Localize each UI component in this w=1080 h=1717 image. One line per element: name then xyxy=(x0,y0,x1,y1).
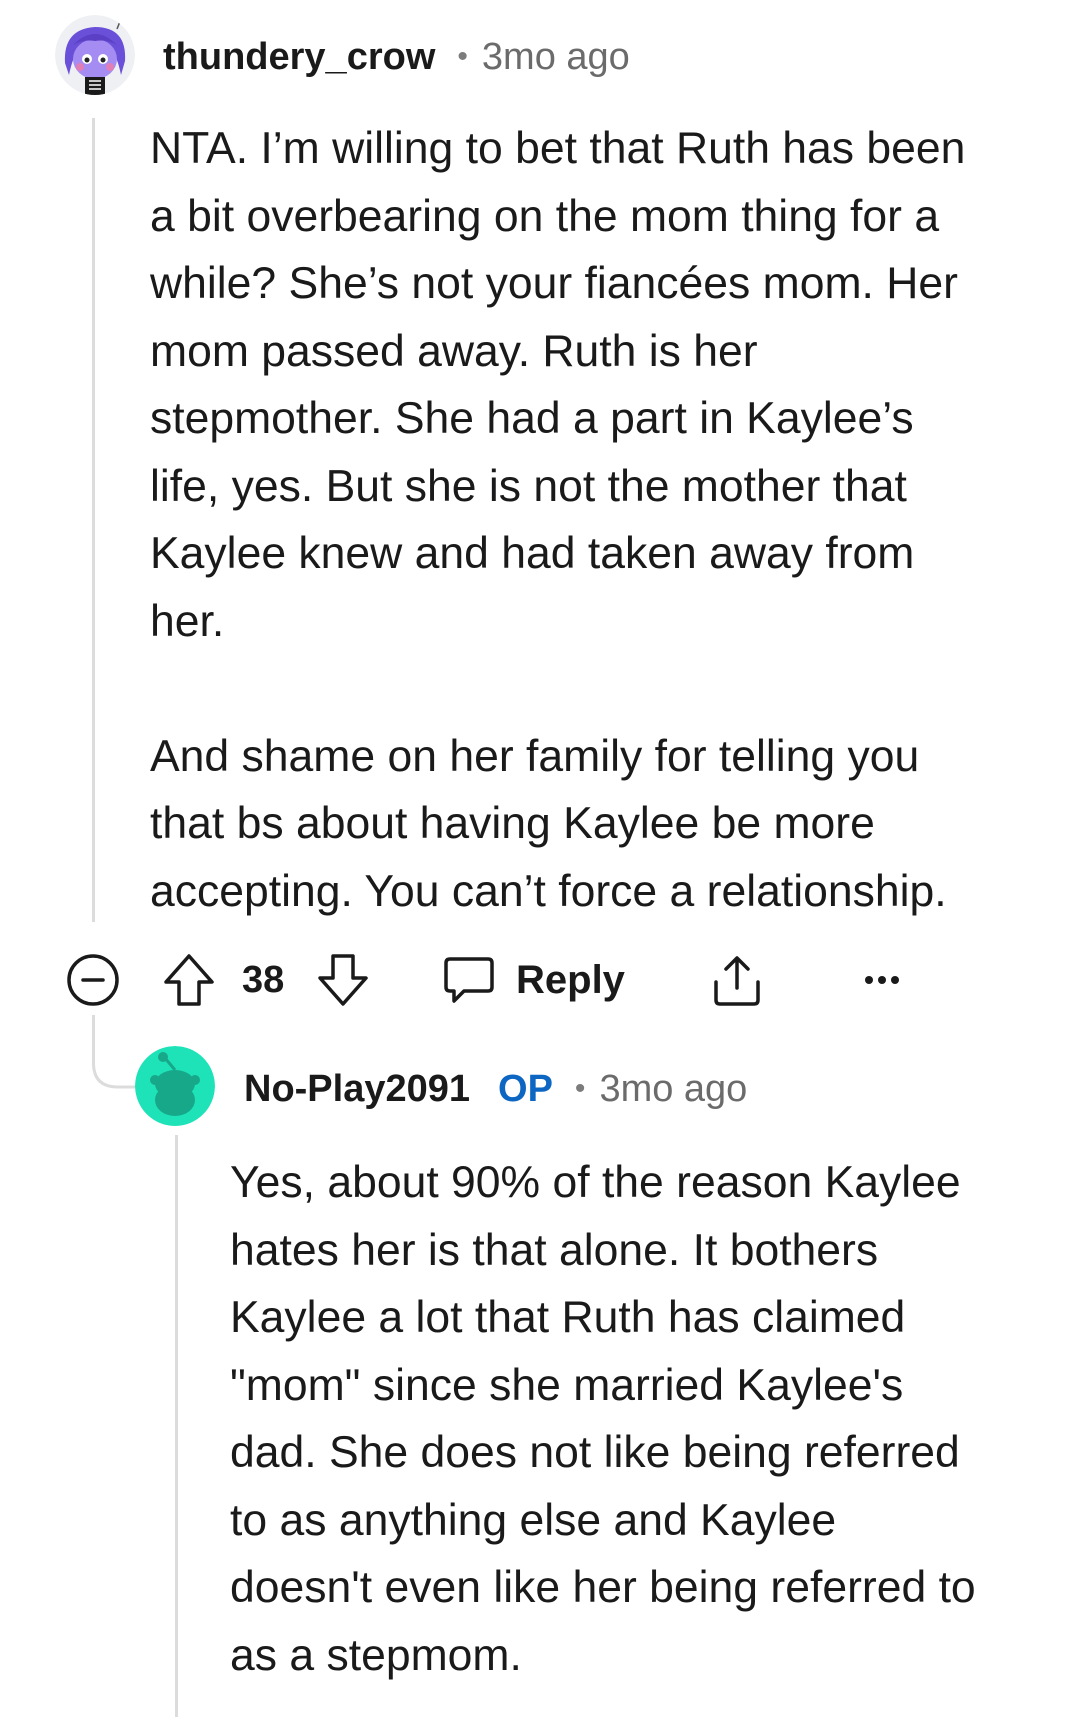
upvote-button[interactable] xyxy=(162,950,216,1010)
reply-button[interactable]: Reply xyxy=(442,950,625,1010)
reply-meta: No-Play2091 OP • 3mo ago xyxy=(244,1064,747,1114)
snoo-avatar-teal-icon xyxy=(135,1046,215,1126)
reply-line: "mom" since she married Kaylee's xyxy=(230,1360,904,1410)
comment-action-bar: 38 Reply xyxy=(66,950,966,1010)
comment-line: Kaylee knew and had taken away from xyxy=(150,529,915,578)
comment-paragraph: And shame on her family for telling you … xyxy=(150,723,965,926)
comment-line: her. xyxy=(150,596,225,646)
meta-separator: • xyxy=(457,40,468,73)
downvote-arrow-icon xyxy=(318,954,368,1006)
comment-line: And shame on her family for telling you xyxy=(150,731,920,781)
vote-count: 38 xyxy=(242,950,284,1010)
comment-line: NTA. I’m willing to bet that Ruth has be… xyxy=(150,124,966,173)
reply-line: as a stepmom. xyxy=(230,1630,522,1680)
reply-line: Kaylee a lot that Ruth has claimed xyxy=(230,1293,906,1342)
comment-body: NTA. I’m willing to bet that Ruth has be… xyxy=(150,115,965,925)
reply-username[interactable]: No-Play2091 xyxy=(244,1068,470,1111)
reply-line: doesn't even like her being referred to xyxy=(230,1563,976,1612)
comment-line: a bit overbearing on the mom thing for a xyxy=(150,191,940,241)
comment-meta: thundery_crow • 3mo ago xyxy=(163,32,630,82)
snoo-avatar-purple-hair-icon xyxy=(55,15,135,95)
comment-line: accepting. You can’t force a relationshi… xyxy=(150,866,947,916)
reply-line: hates her is that alone. It bothers xyxy=(230,1225,879,1275)
comment-username[interactable]: thundery_crow xyxy=(163,36,435,79)
collapse-button[interactable] xyxy=(66,950,120,1010)
comment-line: while? She’s not your fiancées mom. Her xyxy=(150,259,958,308)
more-options-button[interactable] xyxy=(862,950,902,1010)
share-button[interactable] xyxy=(710,950,764,1010)
reply-label: Reply xyxy=(516,957,625,1002)
comment-line: that bs about having Kaylee be more xyxy=(150,799,875,848)
op-badge: OP xyxy=(498,1067,553,1110)
reply-thread-line[interactable] xyxy=(175,1135,178,1717)
upvote-arrow-icon xyxy=(164,954,214,1006)
comment-line: life, yes. But she is not the mother tha… xyxy=(150,461,907,511)
comment-line: stepmother. She had a part in Kaylee’s xyxy=(150,394,914,443)
meta-separator: • xyxy=(574,1072,586,1105)
collapse-minus-icon xyxy=(67,954,119,1006)
reply-line: dad. She does not like being referred xyxy=(230,1428,960,1477)
comment-line: mom passed away. Ruth is her xyxy=(150,326,758,376)
comment-timestamp[interactable]: 3mo ago xyxy=(482,36,630,79)
comment-thread-line[interactable] xyxy=(92,118,95,922)
vote-count-value: 38 xyxy=(242,958,285,1001)
reply-body: Yes, about 90% of the reason Kaylee hate… xyxy=(230,1149,976,1689)
speech-bubble-icon xyxy=(444,957,494,1003)
reply-line: to as anything else and Kaylee xyxy=(230,1495,837,1545)
reply-timestamp[interactable]: 3mo ago xyxy=(599,1068,747,1111)
downvote-button[interactable] xyxy=(316,950,370,1010)
share-upload-icon xyxy=(714,956,760,1006)
reply-user-avatar[interactable] xyxy=(135,1046,215,1126)
reply-line: Yes, about 90% of the reason Kaylee xyxy=(230,1158,961,1207)
more-options-icon xyxy=(865,976,899,984)
user-avatar[interactable] xyxy=(55,15,135,95)
comment-paragraph: NTA. I’m willing to bet that Ruth has be… xyxy=(150,115,965,655)
